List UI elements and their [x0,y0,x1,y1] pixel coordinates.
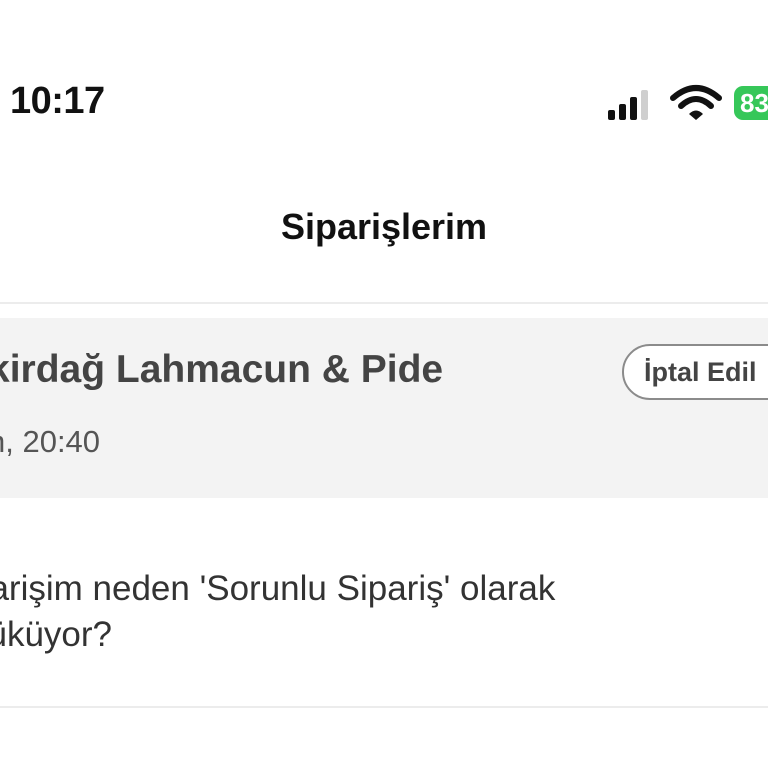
status-bar: 10:17 83 [0,0,768,150]
restaurant-name: kirdağ Lahmacun & Pide [0,348,444,391]
signal-icon [608,90,648,120]
divider [0,302,768,304]
page-title: Siparişlerim [280,206,488,247]
order-date: n, 20:40 [0,424,101,459]
order-card[interactable]: kirdağ Lahmacun & Pide n, 20:40 İptal Ed… [0,318,768,498]
divider [0,706,768,708]
battery-icon: 83 [734,86,768,120]
wifi-icon [670,85,722,120]
status-time: 10:17 [10,80,105,122]
battery-level: 83 [740,88,768,118]
help-question-text: parişim neden 'Sorunlu Sipariş' olarak z… [0,569,556,654]
status-badge: İptal Edil [622,344,768,400]
help-question-item[interactable]: parişim neden 'Sorunlu Sipariş' olarak z… [0,566,768,676]
